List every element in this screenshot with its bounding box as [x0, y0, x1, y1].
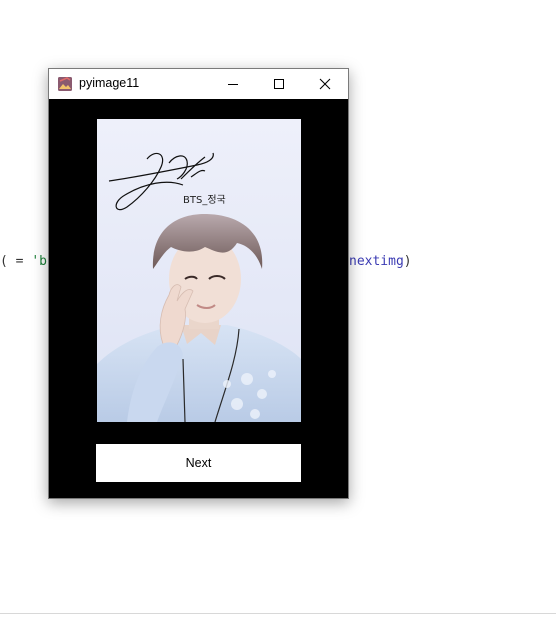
maximize-icon [274, 79, 284, 89]
next-button[interactable]: Next [96, 444, 301, 482]
close-icon [319, 78, 331, 90]
code-fragment-left: ( = 'bl [0, 253, 55, 271]
signature-text: BTS_정국 [183, 194, 226, 206]
app-window: pyimage11 BTS_정국 Next [48, 68, 349, 499]
minimize-icon [228, 84, 238, 85]
minimize-button[interactable] [210, 69, 256, 99]
maximize-button[interactable] [256, 69, 302, 99]
code-fragment-right: nextimg) [349, 253, 412, 271]
window-title: pyimage11 [79, 76, 140, 90]
portrait-image: BTS_정국 [97, 119, 301, 422]
editor-divider [0, 613, 556, 614]
code-punct: ( = [0, 254, 32, 269]
title-bar[interactable]: pyimage11 [49, 69, 348, 99]
code-identifier: nextimg [349, 254, 404, 269]
close-button[interactable] [302, 69, 348, 99]
portrait-illustration: BTS_정국 [97, 152, 301, 422]
window-client-area: BTS_정국 Next [49, 99, 348, 498]
code-punct-close: ) [403, 254, 412, 269]
app-icon [58, 77, 72, 91]
